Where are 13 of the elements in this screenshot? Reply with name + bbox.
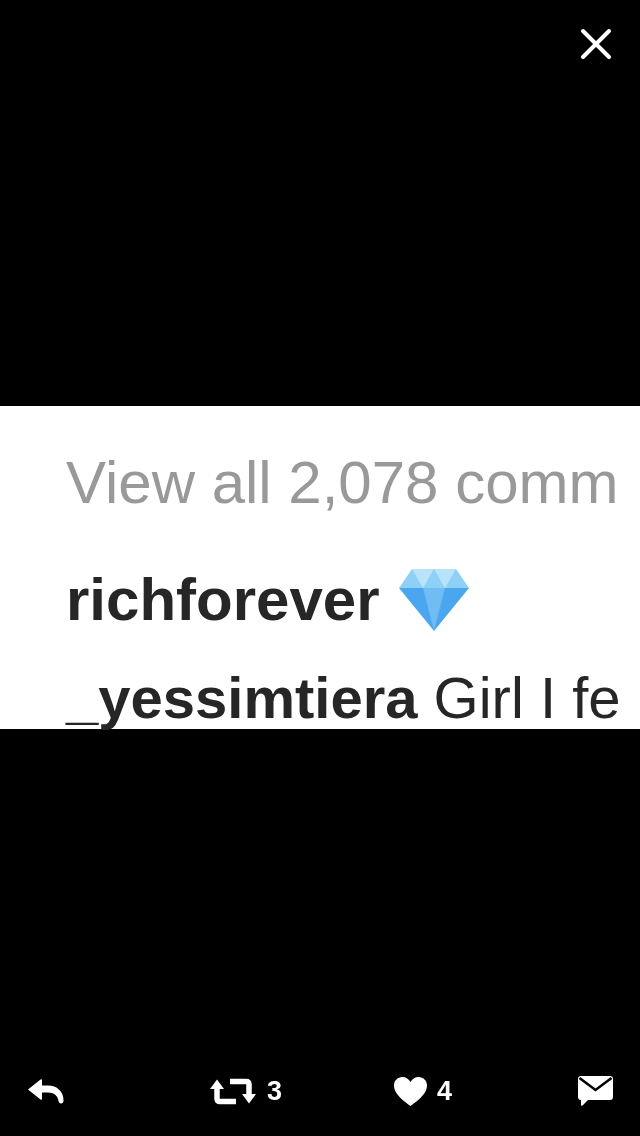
envelope-icon <box>578 1076 614 1106</box>
direct-message-button[interactable] <box>578 1076 614 1106</box>
close-icon <box>580 28 612 60</box>
close-button[interactable] <box>580 28 612 60</box>
like-button[interactable]: 4 <box>394 1076 453 1106</box>
heart-icon <box>394 1076 428 1106</box>
view-comments-text: View all 2,078 comm <box>66 453 620 513</box>
retweet-button[interactable]: 3 <box>210 1076 283 1106</box>
retweet-arrows-icon <box>210 1077 256 1105</box>
diamond-icon <box>399 569 470 631</box>
username: richforever <box>66 570 380 630</box>
reply-arrow-icon <box>28 1078 64 1104</box>
reply-button[interactable] <box>28 1078 64 1104</box>
